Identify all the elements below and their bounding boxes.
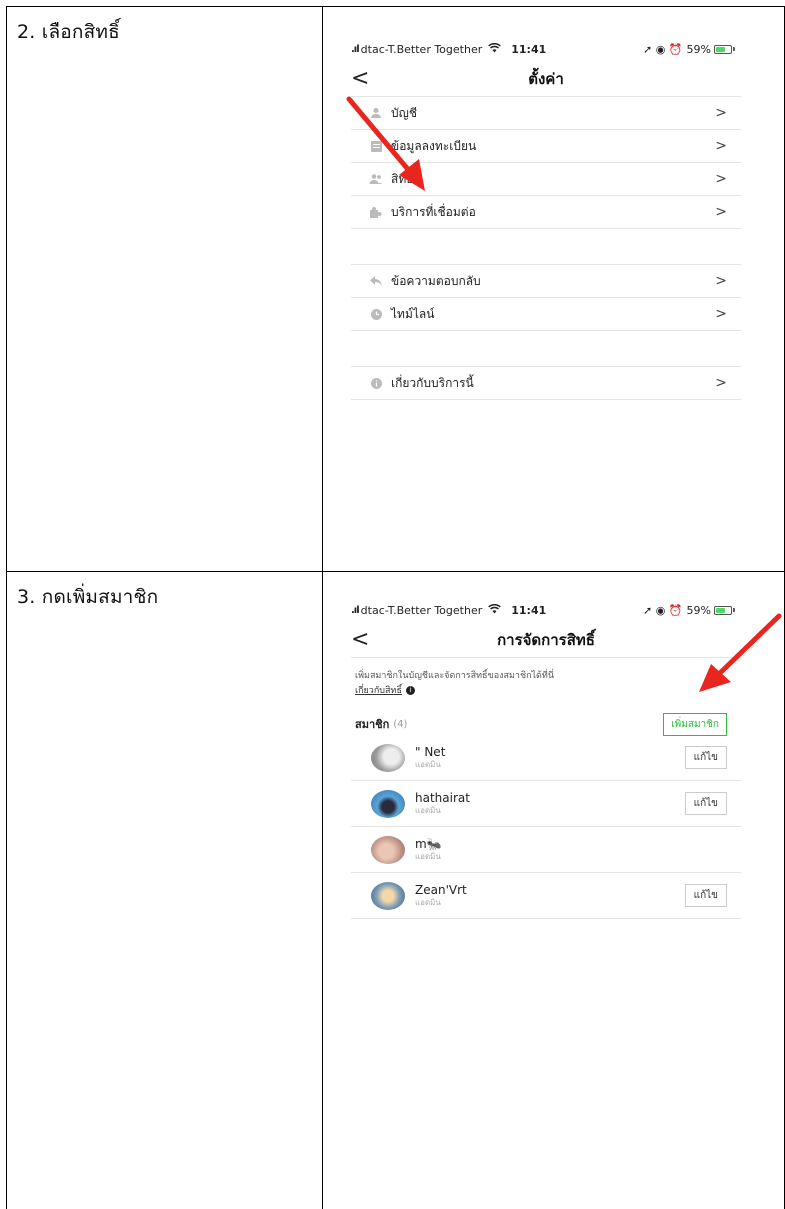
edit-button[interactable]: แก้ไข [684, 884, 727, 907]
battery-percent: 59% [686, 603, 711, 617]
clock-time: 11:41 [511, 42, 547, 56]
avatar [371, 835, 405, 864]
wifi-icon [488, 603, 502, 617]
chevron-right-icon: > [715, 273, 727, 289]
step-2-cell: 2. เลือกสิทธิ์ [6, 6, 323, 572]
edit-button[interactable]: แก้ไข [684, 746, 727, 769]
battery-icon [714, 605, 732, 615]
step-3-cell: 3. กดเพิ่มสมาชิก [6, 571, 323, 1209]
screenshot-cell-settings: .ıl dtac-T.Better Together 11:41 ➚ ◉ ⏰ 5… [322, 6, 785, 572]
menu-label: ไทม์ไลน์ [391, 306, 435, 321]
page-title: การจัดการสิทธิ์ [497, 630, 595, 649]
menu-item-timeline[interactable]: ไทม์ไลน์ > [351, 298, 741, 331]
status-bar: .ıl dtac-T.Better Together 11:41 ➚ ◉ ⏰ 5… [351, 37, 741, 61]
carrier-name: dtac-T.Better Together [360, 42, 483, 56]
signal-icon: .ıl [351, 604, 360, 616]
member-name: m🐜 [415, 837, 442, 851]
menu-item-about-service[interactable]: เกี่ยวกับบริการนี้ > [351, 367, 741, 400]
menu-item-connected-services[interactable]: บริการที่เชื่อมต่อ > [351, 196, 741, 229]
step-3-label: 3. กดเพิ่มสมาชิก [17, 586, 159, 608]
member-role: แอดมิน [415, 760, 441, 769]
info-icon: i [405, 685, 415, 695]
chevron-right-icon: > [715, 105, 727, 121]
document-icon [369, 140, 383, 152]
info-icon [369, 377, 383, 389]
members-count: (4) [393, 718, 408, 730]
members-label: สมาชิก [355, 718, 390, 731]
member-name: " Net [415, 745, 446, 759]
page-title: ตั้งค่า [528, 69, 564, 88]
section-divider [351, 331, 741, 367]
menu-item-auto-reply[interactable]: ข้อความตอบกลับ > [351, 265, 741, 298]
menu-item-permissions[interactable]: สิทธิ์ > [351, 163, 741, 196]
status-bar: .ıl dtac-T.Better Together 11:41 ➚ ◉ ⏰ 5… [351, 598, 741, 622]
clock-time: 11:41 [511, 603, 547, 617]
screenshot-cell-permissions: .ıl dtac-T.Better Together 11:41 ➚ ◉ ⏰ 5… [322, 571, 785, 1209]
avatar [371, 743, 405, 772]
edit-button[interactable]: แก้ไข [684, 792, 727, 815]
permissions-navbar: < การจัดการสิทธิ์ [351, 622, 741, 658]
members-header: สมาชิก (4) เพิ่มสมาชิก [351, 697, 741, 736]
member-role: แอดมิน [415, 806, 441, 815]
menu-label: ข้อมูลลงทะเบียน [391, 138, 477, 153]
wifi-icon [488, 42, 502, 56]
avatar [371, 881, 405, 910]
menu-label: ข้อความตอบกลับ [391, 273, 481, 288]
carrier-name: dtac-T.Better Together [360, 603, 483, 617]
menu-item-account[interactable]: บัญชี > [351, 97, 741, 130]
chevron-right-icon: > [715, 306, 727, 322]
member-role: แอดมิน [415, 852, 441, 861]
battery-indicator: 59% [687, 604, 735, 617]
about-link-label: เกี่ยวกับสิทธิ์ [355, 686, 402, 696]
clock-icon [369, 308, 383, 320]
back-chevron-icon[interactable]: < [351, 628, 387, 651]
reply-icon [369, 275, 383, 287]
battery-icon [714, 44, 732, 54]
settings-screenshot: .ıl dtac-T.Better Together 11:41 ➚ ◉ ⏰ 5… [351, 37, 741, 400]
menu-item-registration[interactable]: ข้อมูลลงทะเบียน > [351, 130, 741, 163]
person-icon [369, 107, 383, 119]
chevron-right-icon: > [715, 375, 727, 391]
add-member-button[interactable]: เพิ่มสมาชิก [663, 712, 727, 736]
intro-text: เพิ่มสมาชิกในบัญชีและจัดการสิทธิ์ของสมาช… [355, 671, 554, 681]
people-icon [369, 173, 383, 185]
back-chevron-icon[interactable]: < [351, 67, 387, 90]
menu-label: เกี่ยวกับบริการนี้ [391, 375, 474, 390]
member-row: " Net แอดมิน แก้ไข [351, 735, 741, 781]
settings-navbar: < ตั้งค่า [351, 61, 741, 97]
instruction-table: 2. เลือกสิทธิ์ .ıl dtac-T.Better Togethe… [6, 6, 785, 1209]
menu-label: สิทธิ์ [391, 171, 414, 186]
chevron-right-icon: > [715, 138, 727, 154]
member-name: hathairat [415, 791, 470, 805]
puzzle-icon [369, 206, 383, 218]
member-role: แอดมิน [415, 898, 441, 907]
avatar [371, 789, 405, 818]
step-2-label: 2. เลือกสิทธิ์ [17, 21, 120, 43]
member-row: hathairat แอดมิน แก้ไข [351, 781, 741, 827]
menu-label: บริการที่เชื่อมต่อ [391, 204, 476, 219]
chevron-right-icon: > [715, 204, 727, 220]
about-permissions-link[interactable]: เกี่ยวกับสิทธิ์ i [351, 683, 741, 697]
battery-percent: 59% [686, 42, 711, 56]
menu-label: บัญชี [391, 105, 417, 120]
signal-icon: .ıl [351, 43, 360, 55]
member-row: Zean'Vrt แอดมิน แก้ไข [351, 873, 741, 919]
member-row: m🐜 แอดมิน [351, 827, 741, 873]
battery-indicator: 59% [687, 43, 735, 56]
permissions-screenshot: .ıl dtac-T.Better Together 11:41 ➚ ◉ ⏰ 5… [351, 598, 741, 919]
location-alarm-icons: ➚ ◉ ⏰ [643, 603, 683, 617]
chevron-right-icon: > [715, 171, 727, 187]
member-name: Zean'Vrt [415, 883, 467, 897]
location-alarm-icons: ➚ ◉ ⏰ [643, 42, 683, 56]
section-divider [351, 229, 741, 265]
